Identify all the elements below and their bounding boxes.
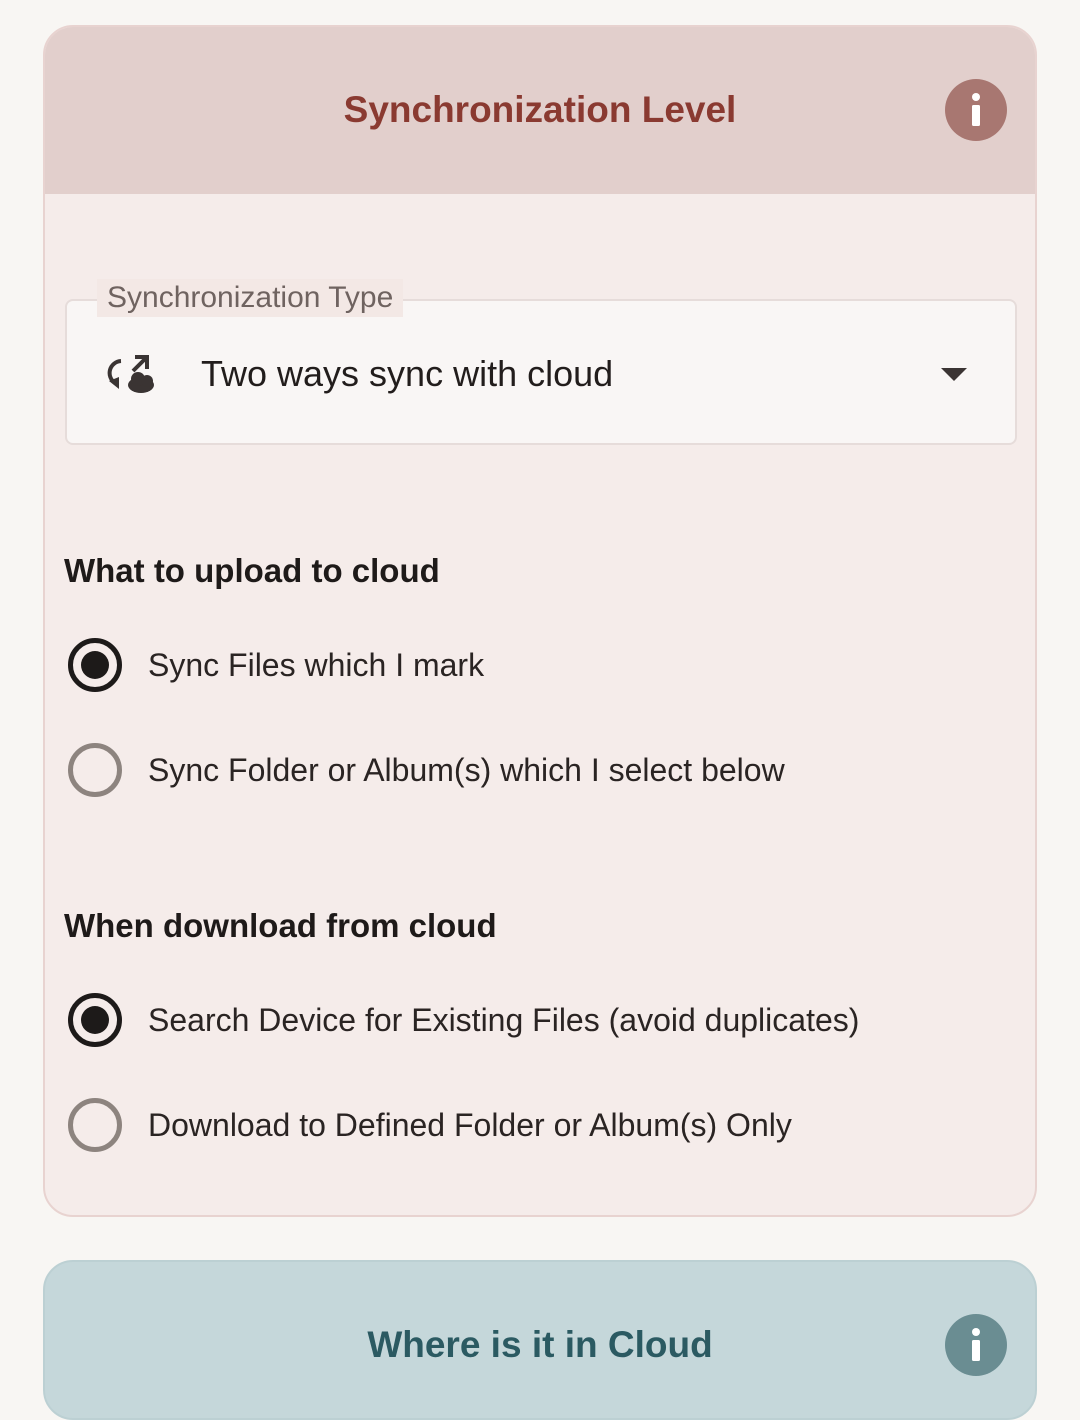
sync-cloud-icon bbox=[107, 351, 157, 395]
radio-button-checked[interactable] bbox=[68, 638, 122, 692]
synchronization-type-value: Two ways sync with cloud bbox=[201, 353, 614, 394]
where-in-cloud-title: Where is it in Cloud bbox=[367, 1324, 713, 1365]
radio-button-unchecked[interactable] bbox=[68, 743, 122, 797]
where-in-cloud-card: Where is it in Cloud bbox=[43, 1260, 1037, 1420]
radio-button-checked[interactable] bbox=[68, 993, 122, 1047]
synchronization-level-card: Synchronization Level Synchronization Ty… bbox=[43, 25, 1037, 1217]
chevron-down-icon[interactable] bbox=[941, 368, 967, 381]
upload-section-heading: What to upload to cloud bbox=[64, 552, 440, 589]
radio-download-defined-folder[interactable]: Download to Defined Folder or Album(s) O… bbox=[68, 1095, 1008, 1155]
info-icon[interactable] bbox=[945, 79, 1007, 141]
radio-button-unchecked[interactable] bbox=[68, 1098, 122, 1152]
synchronization-type-dropdown[interactable]: Synchronization Type Two ways sync with … bbox=[65, 279, 1017, 445]
radio-label: Sync Folder or Album(s) which I select b… bbox=[148, 751, 785, 788]
radio-label: Sync Files which I mark bbox=[148, 646, 485, 683]
info-icon[interactable] bbox=[945, 1314, 1007, 1376]
download-section-heading: When download from cloud bbox=[64, 907, 497, 944]
synchronization-level-header: Synchronization Level bbox=[45, 27, 1035, 194]
radio-search-existing-files[interactable]: Search Device for Existing Files (avoid … bbox=[68, 990, 1008, 1050]
synchronization-type-label: Synchronization Type bbox=[97, 279, 404, 317]
radio-label: Download to Defined Folder or Album(s) O… bbox=[148, 1106, 792, 1143]
radio-label: Search Device for Existing Files (avoid … bbox=[148, 1001, 860, 1038]
radio-sync-marked-files[interactable]: Sync Files which I mark bbox=[68, 635, 1008, 695]
radio-sync-selected-folders[interactable]: Sync Folder or Album(s) which I select b… bbox=[68, 740, 1008, 800]
synchronization-level-title: Synchronization Level bbox=[343, 89, 737, 130]
